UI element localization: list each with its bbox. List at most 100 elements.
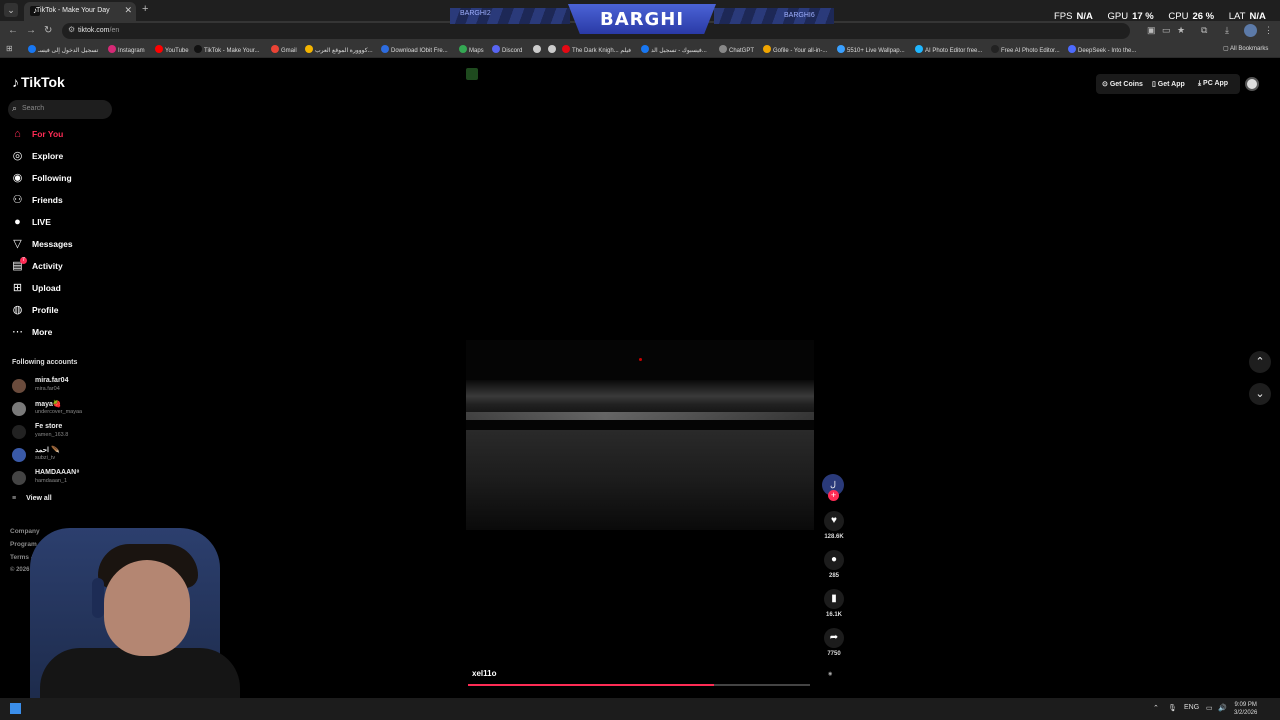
bookmark-favicon-icon <box>108 45 116 53</box>
site-info-icon[interactable]: ⚙ <box>68 25 75 34</box>
star-bookmark-icon[interactable]: ★ <box>1177 25 1185 36</box>
bookmark-item[interactable]: ChatGPT <box>719 45 754 54</box>
share-count: 7750 <box>827 651 841 657</box>
language-indicator[interactable]: ENG <box>1184 704 1199 711</box>
account-handle: mira.far04 <box>35 386 60 392</box>
bookmark-item[interactable]: Gmail <box>271 45 297 54</box>
tiktok-logo[interactable]: ♪ TikTok <box>12 74 65 90</box>
bookmark-item[interactable]: Gofile - Your all-in-... <box>763 45 827 54</box>
back-icon[interactable]: ← <box>8 25 18 36</box>
bookmark-favicon-icon <box>837 45 845 53</box>
bookmark-favicon-icon <box>155 45 163 53</box>
tab-search-button[interactable]: ⌄ <box>4 3 18 17</box>
like-action[interactable]: ♥ 128.6K <box>824 511 844 540</box>
sidebar-item-label: More <box>32 327 53 337</box>
previous-video-button[interactable]: ⌃ <box>1249 351 1271 373</box>
avatar <box>12 379 26 393</box>
browser-tab[interactable]: ♪ TikTok - Make Your Day ✕ <box>24 2 136 21</box>
account-handle: yamen_163.8 <box>35 432 69 438</box>
video-progress-fill <box>468 684 715 686</box>
volume-icon[interactable]: 🔊 <box>1218 704 1227 712</box>
bookmark-favicon-icon <box>305 45 313 53</box>
stream-overlay-banner: BARGHI BARGHI2 BARGHI6 <box>450 4 834 34</box>
video-progress-bar[interactable] <box>468 684 810 686</box>
bookmark-favicon-icon <box>271 45 279 53</box>
sidebar-item-label: LIVE <box>32 217 51 227</box>
bookmark-item[interactable]: AI Photo Editor free... <box>915 45 982 54</box>
bookmark-label: Free AI Photo Editor... <box>1001 48 1060 54</box>
bookmark-label: The Dark Knigh... فيلم <box>572 48 632 54</box>
avatar <box>12 471 26 485</box>
bookmark-item[interactable]: YouTube <box>155 45 189 54</box>
music-disc-icon[interactable]: ◉ <box>828 671 840 679</box>
performance-hud: FPS N/A GPU 17 % CPU 26 % LAT N/A <box>1054 11 1266 22</box>
bookmark-item[interactable]: TikTok - Make Your... <box>194 45 259 54</box>
bookmark-item[interactable]: The Dark Knigh... فيلم <box>562 45 631 54</box>
pc-app-button[interactable]: ⤓ PC App <box>1198 80 1228 88</box>
start-icon[interactable] <box>10 703 21 714</box>
overlay-left-text: BARGHI2 <box>460 10 491 17</box>
overlay-right-text: BARGHI6 <box>784 12 815 19</box>
comment-count: 285 <box>828 573 839 579</box>
cast-icon[interactable]: ▭ <box>1162 25 1171 36</box>
reload-icon[interactable]: ↻ <box>44 25 52 36</box>
bookmark-item[interactable]: كووورة الموقع العرب... <box>305 45 373 54</box>
follow-plus-icon[interactable]: + <box>828 490 839 501</box>
close-tab-icon[interactable]: ✕ <box>124 5 132 16</box>
share-action[interactable]: ➦ 7750 <box>824 628 844 657</box>
account-handle: hamdaaan_1 <box>35 478 68 484</box>
home-icon: ⌂ <box>14 128 21 140</box>
forward-icon[interactable]: → <box>26 25 36 36</box>
bookmark-item[interactable]: تسجيل الدخول إلى فيسـ <box>28 45 98 54</box>
bookmark-item[interactable] <box>533 45 543 54</box>
tray-chevron-icon[interactable]: ⌃ <box>1153 704 1159 712</box>
all-bookmarks-button[interactable]: ▢ All Bookmarks <box>1223 45 1268 52</box>
comment-icon: ● <box>824 550 844 570</box>
get-coins-button[interactable]: ⊙ Get Coins <box>1102 80 1143 88</box>
download-icon[interactable]: ⤓ <box>1225 25 1229 36</box>
bookmark-label: DeepSeek - Into the... <box>1078 48 1137 54</box>
bookmark-item[interactable] <box>548 45 558 54</box>
puzzle-extensions-icon[interactable]: ⧉ <box>1201 25 1207 36</box>
extension-icon[interactable]: ▣ <box>1147 25 1156 36</box>
bookmark-item[interactable]: 5510+ Live Wallpap... <box>837 45 905 54</box>
save-action[interactable]: ▮ 16.1K <box>824 589 844 618</box>
list-icon: ≡ <box>12 495 17 502</box>
more-icon: ⋯ <box>12 326 23 338</box>
live-icon: ● <box>14 216 21 228</box>
account-name: HAMDAAAN⁸ <box>35 469 80 476</box>
mic-icon[interactable]: 🎙 <box>1168 704 1177 712</box>
bookmark-item[interactable]: فيسبوك - تسجيل الد... <box>641 45 707 54</box>
lat-value: N/A <box>1249 11 1266 22</box>
taskbar-clock[interactable]: 9:09 PM 3/2/2026 <box>1234 701 1257 717</box>
browser-menu-icon[interactable]: ⋮ <box>1264 25 1273 36</box>
bookmark-label: AI Photo Editor free... <box>925 48 983 54</box>
bookmark-favicon-icon <box>381 45 389 53</box>
bookmark-item[interactable]: Download IObit Fre... <box>381 45 448 54</box>
bookmark-item[interactable]: Free AI Photo Editor... <box>991 45 1060 54</box>
bookmark-item[interactable]: DeepSeek - Into the... <box>1068 45 1136 54</box>
sidebar-item-label: Upload <box>32 283 61 293</box>
bookmark-label: كووورة الموقع العرب... <box>315 48 373 54</box>
sidebar-item-label: Following <box>32 173 72 183</box>
video-player[interactable] <box>466 340 814 530</box>
cpu-value: 26 % <box>1192 11 1215 22</box>
browser-profile-avatar[interactable] <box>1244 24 1257 37</box>
sidebar-item-label: Profile <box>32 305 59 315</box>
new-tab-button[interactable]: + <box>142 3 148 15</box>
view-all-button[interactable]: ≡ View all <box>12 495 52 502</box>
user-avatar[interactable] <box>1245 77 1259 91</box>
next-video-button[interactable]: ⌄ <box>1249 383 1271 405</box>
friends-icon: ⚇ <box>12 194 23 206</box>
bookmark-item[interactable]: Discord <box>492 45 522 54</box>
bookmark-item[interactable]: Instagram <box>108 45 145 54</box>
get-app-button[interactable]: ▯ Get App <box>1152 80 1185 88</box>
apps-grid-icon[interactable]: ⊞ <box>6 44 13 53</box>
bookmark-favicon-icon <box>459 45 467 53</box>
comment-action[interactable]: ● 285 <box>824 550 844 579</box>
bookmark-item[interactable]: Maps <box>459 45 484 54</box>
video-author[interactable]: xel11o <box>472 669 496 678</box>
network-icon[interactable]: ▭ <box>1206 704 1213 712</box>
gpu-value: 17 % <box>1132 11 1154 22</box>
search-input[interactable]: ⌕ Search <box>8 100 112 119</box>
